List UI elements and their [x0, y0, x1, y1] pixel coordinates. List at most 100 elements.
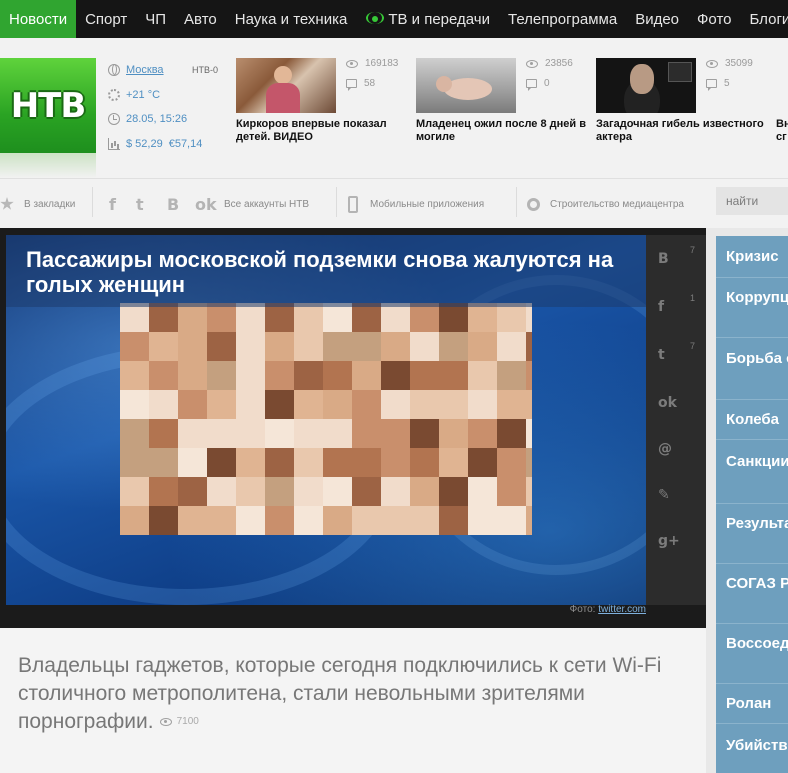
news-title[interactable]: Киркоров впервые показал детей. ВИДЕО: [236, 118, 411, 144]
nav-item-science[interactable]: Наука и техника: [226, 0, 357, 38]
facebook-icon[interactable]: f: [109, 193, 116, 215]
mosaic-cell: [381, 477, 410, 506]
nav-item-emergency[interactable]: ЧП: [136, 0, 175, 38]
news-title[interactable]: Загадочная гибель известного актера: [596, 118, 771, 144]
rail-topic-label: Ролан: [726, 695, 772, 712]
nav-item-news[interactable]: Новости: [0, 0, 77, 38]
rail-topic[interactable]: Результаты в школах: [716, 504, 788, 564]
mosaic-cell: [265, 303, 294, 332]
mosaic-cell: [410, 477, 439, 506]
news-thumbnail[interactable]: [596, 58, 696, 113]
lead-text: Владельцы гаджетов, которые сегодня подк…: [18, 654, 662, 733]
mosaic-cell: [149, 303, 178, 332]
article-photo[interactable]: Пассажиры московской подземки снова жалу…: [6, 235, 646, 605]
rail-topic[interactable]: Колеба: [716, 400, 788, 440]
share-facebook[interactable]: f1: [646, 283, 706, 331]
mosaic-cell: [236, 361, 265, 390]
mosaic-cell: [497, 303, 526, 332]
views-count: 23856: [526, 58, 573, 69]
views-value: 35099: [725, 58, 753, 69]
mosaic-cell: [410, 303, 439, 332]
news-title-line: Вн: [776, 118, 788, 130]
news-card-partial[interactable]: Вн сг: [776, 58, 788, 168]
mosaic-cell: [497, 506, 526, 535]
news-title[interactable]: Младенец ожил после 8 дней в могиле: [416, 118, 591, 144]
toolbar: В закладки f t B ok Все аккаунты НТВ Моб…: [0, 178, 788, 228]
mosaic-cell: [265, 332, 294, 361]
nav-item-video[interactable]: Видео: [626, 0, 688, 38]
mosaic-cell: [207, 332, 236, 361]
vk-icon: B: [658, 251, 669, 267]
rail-topic[interactable]: Коррупционные скандалы: [716, 278, 788, 338]
comments-value: 0: [544, 78, 550, 89]
mobile-apps-label: Мобильные приложения: [370, 198, 485, 210]
rail-topic[interactable]: СОГАЗ России: [716, 564, 788, 624]
rail-topic[interactable]: Ролан: [716, 684, 788, 724]
mosaic-cell: [294, 506, 323, 535]
nav-item-tv-guide[interactable]: Телепрограмма: [499, 0, 626, 38]
news-thumbnail[interactable]: [416, 58, 516, 113]
temperature: +21 °C: [126, 88, 161, 101]
nav-item-tv[interactable]: ТВ и передачи: [356, 0, 499, 38]
search-input[interactable]: [716, 187, 788, 215]
mosaic-cell: [497, 332, 526, 361]
share-vk[interactable]: B7: [646, 235, 706, 283]
nav-label: Фото: [697, 10, 732, 28]
news-card[interactable]: 35099 5 Загадочная гибель известного акт…: [596, 58, 771, 168]
mosaic-cell: [265, 448, 294, 477]
rail-topic[interactable]: Санкции ответные: [716, 440, 788, 504]
bookmark-label: В закладки: [24, 198, 76, 210]
rail-topic[interactable]: Убийство Люберц: [716, 724, 788, 773]
views-value: 7100: [176, 716, 199, 728]
nav-item-auto[interactable]: Авто: [175, 0, 226, 38]
share-comment[interactable]: ✎: [646, 471, 706, 519]
odnoklassniki-icon[interactable]: ok: [195, 193, 217, 215]
datetime-row: 28.05, 15:26: [108, 107, 218, 132]
all-accounts-link[interactable]: Все аккаунты НТВ: [224, 193, 309, 215]
news-thumbnail[interactable]: [236, 58, 336, 113]
mosaic-cell: [265, 477, 294, 506]
share-odnoklassniki[interactable]: ok: [646, 379, 706, 427]
mosaic-cell: [439, 419, 468, 448]
share-twitter[interactable]: t7: [646, 331, 706, 379]
rail-topic[interactable]: Борьба с госуда: [716, 338, 788, 400]
photo-source-link[interactable]: twitter.com: [598, 604, 646, 615]
nav-item-sport[interactable]: Спорт: [76, 0, 136, 38]
share-bar: B7 f1 t7 ok @ ✎ g+: [646, 235, 706, 605]
mosaic-cell: [149, 448, 178, 477]
comment-icon: [706, 79, 717, 91]
nav-item-blogs[interactable]: Блоги: [741, 0, 788, 38]
weather-row: +21 °C: [108, 83, 218, 108]
mosaic-cell: [120, 477, 149, 506]
rail-topic[interactable]: Кризис: [716, 236, 788, 278]
mosaic-cell: [236, 390, 265, 419]
eye-icon: [706, 59, 718, 68]
mediacenter-link[interactable]: Строительство медиацентра: [527, 193, 684, 215]
mosaic-cell: [207, 419, 236, 448]
news-card[interactable]: 169183 58 Киркоров впервые показал детей…: [236, 58, 411, 168]
twitter-icon[interactable]: t: [136, 193, 144, 215]
news-card[interactable]: 23856 0 Младенец ожил после 8 дней в мог…: [416, 58, 591, 168]
share-email[interactable]: @: [646, 425, 706, 473]
mosaic-cell: [352, 419, 381, 448]
city-link[interactable]: Москва: [126, 64, 164, 76]
mosaic-cell: [265, 506, 294, 535]
comments-count: 58: [346, 78, 375, 91]
nav-item-photo[interactable]: Фото: [688, 0, 740, 38]
mosaic-cell: [149, 332, 178, 361]
vk-icon[interactable]: B: [167, 193, 179, 215]
mosaic-cell: [120, 332, 149, 361]
mosaic-cell: [381, 361, 410, 390]
share-googleplus[interactable]: g+: [646, 517, 706, 565]
mosaic-cell: [265, 419, 294, 448]
bookmark-button[interactable]: В закладки: [0, 193, 75, 215]
mobile-apps-link[interactable]: Мобильные приложения: [348, 193, 484, 215]
ntv-logo[interactable]: НТВ: [0, 58, 96, 153]
rail-topic-label: Кризис: [726, 248, 779, 265]
star-icon: [0, 197, 14, 210]
mosaic-cell: [497, 390, 526, 419]
rail-topic[interactable]: Воссоединение России: [716, 624, 788, 684]
news-title[interactable]: Вн сг: [776, 118, 788, 144]
mosaic-cell: [294, 419, 323, 448]
comments-count: 5: [706, 78, 730, 91]
